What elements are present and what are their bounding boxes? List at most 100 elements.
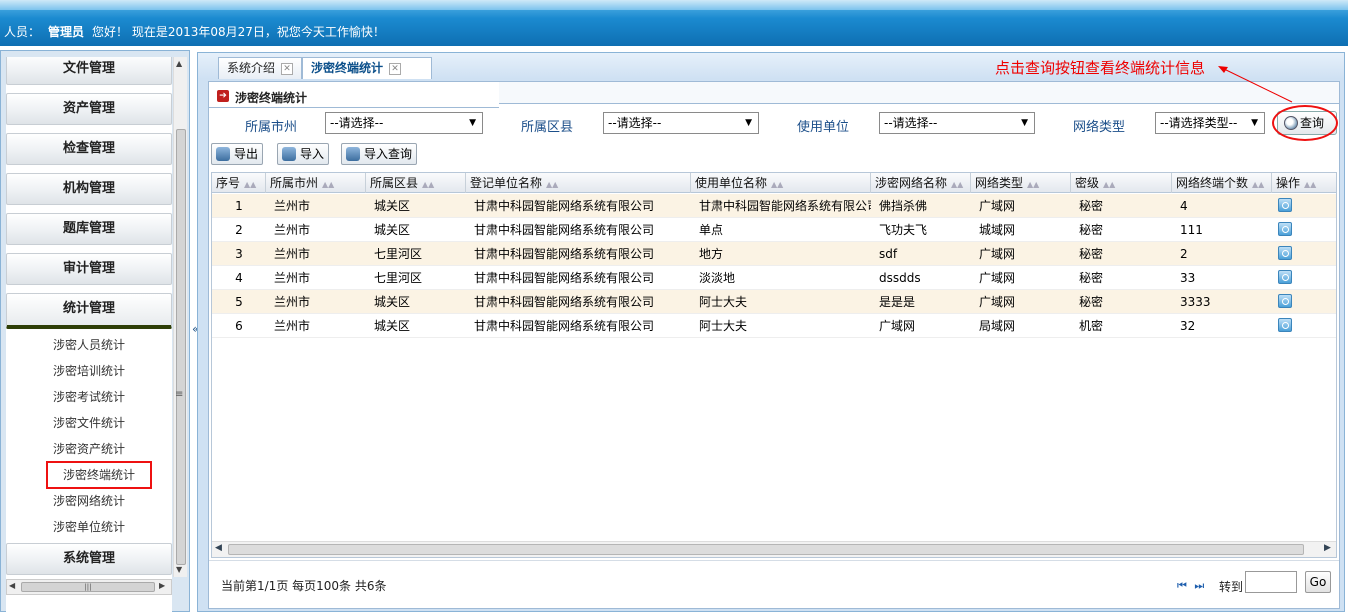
nav-section-statistics[interactable]: 统计管理: [6, 293, 172, 329]
top-header: 人员： 管理员 您好！ 现在是2013年08月27日，祝您今天工作愉快！: [0, 0, 1348, 46]
nav-section-inspection[interactable]: 检查管理: [6, 133, 172, 165]
column-header[interactable]: 使用单位名称 ▲▲: [691, 173, 871, 193]
view-detail-icon[interactable]: [1278, 270, 1292, 284]
column-header[interactable]: 涉密网络名称 ▲▲: [871, 173, 971, 193]
nav-section-organization[interactable]: 机构管理: [6, 173, 172, 205]
column-header[interactable]: 序号 ▲▲: [212, 173, 266, 193]
table-row[interactable]: 3 兰州市 七里河区 甘肃中科园智能网络系统有限公司 地方 sdf 广域网 秘密…: [212, 242, 1336, 266]
close-icon[interactable]: ✕: [281, 62, 294, 75]
chevron-down-icon: ▼: [745, 118, 752, 128]
scroll-thumb[interactable]: [228, 544, 1304, 555]
main-pane: 系统介绍 ✕ 涉密终端统计 ✕ 点击查询按钮查看终端统计信息 ➔ 涉密终端统计 所属…: [197, 52, 1345, 612]
nav-item-asset-stats[interactable]: 涉密资产统计: [6, 437, 172, 461]
sort-icon: ▲▲: [422, 180, 435, 189]
nav-section-file[interactable]: 文件管理: [6, 57, 172, 85]
sidebar-vertical-scrollbar[interactable]: ▲ ▼: [173, 57, 187, 577]
view-detail-icon[interactable]: [1278, 198, 1292, 212]
chevron-down-icon: ▼: [469, 118, 476, 128]
go-button[interactable]: Go: [1305, 571, 1331, 593]
nav-accordion: 文件管理 资产管理 检查管理 机构管理 题库管理 审计管理 统计管理 涉密人员统…: [6, 57, 172, 616]
greeting-bar: 人员： 管理员 您好！ 现在是2013年08月27日，祝您今天工作愉快！: [4, 23, 385, 40]
import-button[interactable]: 导入: [277, 143, 330, 165]
table-row[interactable]: 1 兰州市 城关区 甘肃中科园智能网络系统有限公司 甘肃中科园智能网络系统有限公…: [212, 194, 1336, 218]
page-nav-icon[interactable]: ⏮ ⏭: [1177, 579, 1206, 593]
nav-item-training-stats[interactable]: 涉密培训统计: [6, 359, 172, 383]
view-detail-icon[interactable]: [1278, 318, 1292, 332]
sort-icon: ▲▲: [546, 180, 559, 189]
import-query-label: 导入查询: [364, 147, 413, 161]
sort-icon: ▲▲: [771, 180, 784, 189]
view-detail-icon[interactable]: [1278, 246, 1292, 260]
tab-terminal-stats[interactable]: 涉密终端统计 ✕: [302, 57, 432, 79]
unit-select-value: --请选择--: [884, 116, 938, 130]
column-header[interactable]: 所属市州 ▲▲: [266, 173, 366, 193]
unit-select[interactable]: --请选择-- ▼: [879, 112, 1035, 134]
tab-label: 系统介绍: [227, 61, 276, 75]
import-label: 导入: [300, 147, 325, 161]
query-button[interactable]: 查询: [1277, 111, 1337, 135]
annotation-hint: 点击查询按钮查看终端统计信息: [995, 59, 1206, 77]
nav-item-document-stats[interactable]: 涉密文件统计: [6, 411, 172, 435]
network-type-label: 网络类型: [1073, 120, 1126, 135]
nav-item-terminal-stats[interactable]: 涉密终端统计: [46, 461, 152, 489]
column-header[interactable]: 所属区县 ▲▲: [366, 173, 466, 193]
table-row[interactable]: 4 兰州市 七里河区 甘肃中科园智能网络系统有限公司 淡淡地 dssdds 广域…: [212, 266, 1336, 290]
close-icon[interactable]: ✕: [389, 62, 402, 75]
search-icon: [1284, 116, 1298, 130]
pagination-bar: 当前第1/1页 每页100条 共6条 ⏮ ⏭ 转到 Go: [209, 560, 1339, 608]
scroll-left-icon[interactable]: ◀: [215, 543, 222, 553]
column-header[interactable]: 网络类型 ▲▲: [971, 173, 1071, 193]
nav-item-unit-stats[interactable]: 涉密单位统计: [6, 515, 172, 539]
district-label: 所属区县: [521, 120, 574, 135]
import-query-icon: [346, 147, 360, 161]
export-label: 导出: [234, 147, 259, 161]
sidebar-horizontal-scrollbar[interactable]: ◀ ||| ▶: [6, 579, 172, 595]
import-query-button[interactable]: 导入查询: [341, 143, 418, 165]
nav-section-asset[interactable]: 资产管理: [6, 93, 172, 125]
nav-section-system[interactable]: 系统管理: [6, 543, 172, 575]
column-header[interactable]: 登记单位名称 ▲▲: [466, 173, 691, 193]
scroll-up-icon[interactable]: ▲: [176, 59, 182, 68]
sort-icon: ▲▲: [1252, 180, 1265, 189]
scroll-right-icon[interactable]: ▶: [159, 581, 165, 590]
column-header[interactable]: 操作 ▲▲: [1272, 173, 1336, 193]
column-header[interactable]: 密级 ▲▲: [1071, 173, 1172, 193]
export-button[interactable]: 导出: [211, 143, 264, 165]
tab-label: 涉密终端统计: [311, 61, 384, 75]
grid-horizontal-scrollbar[interactable]: ◀ ▶: [212, 541, 1336, 557]
view-detail-icon[interactable]: [1278, 294, 1292, 308]
chevron-down-icon: ▼: [1251, 118, 1258, 128]
chevron-down-icon: ▼: [1021, 118, 1028, 128]
view-detail-icon[interactable]: [1278, 222, 1292, 236]
nav-item-personnel-stats[interactable]: 涉密人员统计: [6, 333, 172, 357]
tab-system-intro[interactable]: 系统介绍 ✕: [218, 57, 303, 79]
table-row[interactable]: 6 兰州市 城关区 甘肃中科园智能网络系统有限公司 阿士大夫 广域网 局域网 机…: [212, 314, 1336, 338]
nav-item-network-stats[interactable]: 涉密网络统计: [6, 489, 172, 513]
export-icon: [216, 147, 230, 161]
table-row[interactable]: 2 兰州市 城关区 甘肃中科园智能网络系统有限公司 单点 飞功夫飞 城域网 秘密…: [212, 218, 1336, 242]
nav-section-question-bank[interactable]: 题库管理: [6, 213, 172, 245]
sort-icon: ▲▲: [1103, 180, 1116, 189]
network-type-select[interactable]: --请选择类型-- ▼: [1155, 112, 1265, 134]
scroll-down-icon[interactable]: ▼: [176, 565, 182, 574]
tab-bar: 系统介绍 ✕ 涉密终端统计 ✕ 点击查询按钮查看终端统计信息: [198, 53, 1344, 79]
table-row[interactable]: 5 兰州市 城关区 甘肃中科园智能网络系统有限公司 阿士大夫 是是是 广域网 秘…: [212, 290, 1336, 314]
panel-title: 涉密终端统计: [235, 91, 308, 105]
scroll-right-icon[interactable]: ▶: [1324, 543, 1331, 553]
left-sidebar: 文件管理 资产管理 检查管理 机构管理 题库管理 审计管理 统计管理 涉密人员统…: [0, 50, 190, 616]
page-info: 当前第1/1页 每页100条 共6条: [221, 579, 387, 593]
city-select-value: --请选择--: [330, 116, 384, 130]
column-header[interactable]: 网络终端个数 ▲▲: [1172, 173, 1272, 193]
district-select[interactable]: --请选择-- ▼: [603, 112, 759, 134]
scroll-thumb[interactable]: [176, 129, 186, 565]
panel-header-line: [499, 82, 1339, 104]
page-number-input[interactable]: [1245, 571, 1297, 593]
nav-item-exam-stats[interactable]: 涉密考试统计: [6, 385, 172, 409]
city-select[interactable]: --请选择-- ▼: [325, 112, 483, 134]
scroll-left-icon[interactable]: ◀: [9, 581, 15, 590]
scroll-thumb[interactable]: |||: [21, 582, 155, 592]
greeting-text: 您好！ 现在是2013年08月27日，祝您今天工作愉快！: [92, 25, 385, 39]
data-grid: 序号 ▲▲ 所属市州 ▲▲ 所属区县 ▲▲ 登记单位名称 ▲▲ 使用单位名称 ▲▲ 涉密网…: [211, 172, 1337, 558]
nav-section-audit[interactable]: 审计管理: [6, 253, 172, 285]
panel-header: ➔ 涉密终端统计: [209, 82, 499, 108]
